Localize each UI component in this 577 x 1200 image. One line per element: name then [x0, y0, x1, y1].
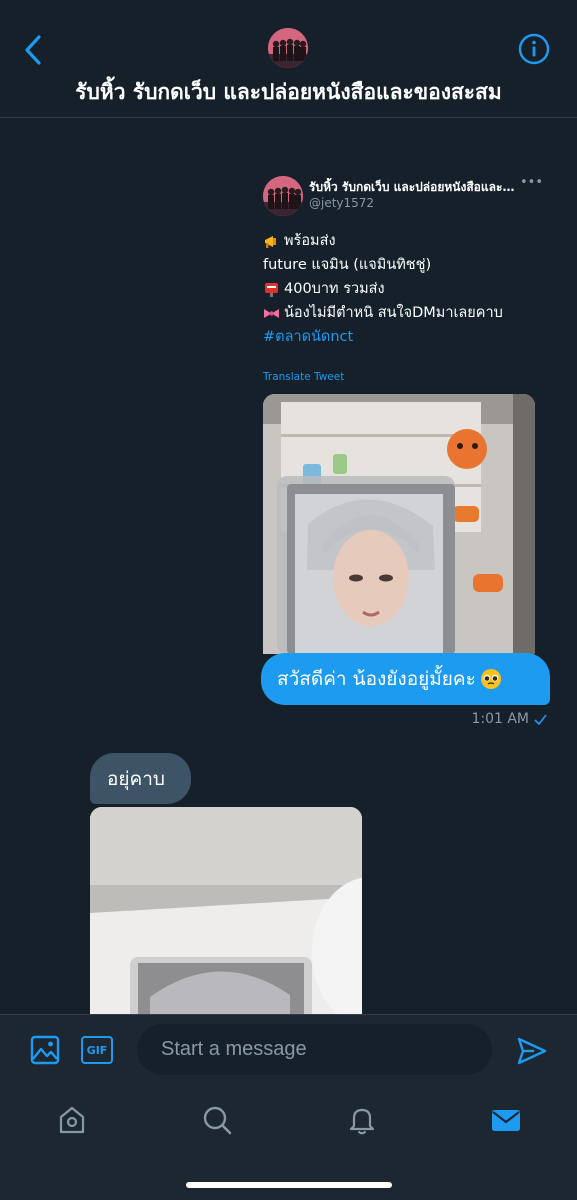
more-icon[interactable]: •••	[520, 175, 543, 190]
tweet-line-text: 400บาท รวมส่ง	[284, 281, 385, 297]
ribbon-icon	[264, 308, 279, 318]
megaphone-icon	[265, 235, 276, 248]
tweet-line: #ตลาดนัดnct	[263, 325, 538, 349]
received-message-bubble[interactable]: อยุ่คาบ	[90, 753, 191, 804]
message-composer: GIF	[0, 1014, 577, 1084]
hashtag-link[interactable]: #ตลาดนัดnct	[263, 325, 353, 349]
postbox-icon	[265, 282, 278, 297]
sent-message-text: สวัสดีค่า น้องยังอยู่มั้ยคะ	[277, 668, 476, 690]
image-icon[interactable]	[30, 1035, 60, 1065]
info-icon[interactable]	[518, 33, 550, 65]
received-message-text: อยุ่คาบ	[107, 767, 165, 790]
sent-message-bubble[interactable]: สวัสดีค่า น้องยังอยู่มั้ยคะ	[261, 653, 550, 705]
tweet-line-text: future แจมิน (แจมินทิชชู่)	[263, 257, 432, 273]
tweet-author-avatar[interactable]	[263, 176, 303, 216]
gif-button[interactable]: GIF	[81, 1036, 113, 1064]
home-indicator	[186, 1182, 392, 1188]
message-input[interactable]	[137, 1024, 492, 1075]
tweet-line: น้องไม่มีตำหนิ สนใจDMมาเลยคาบ	[263, 301, 538, 325]
read-check-icon	[534, 714, 547, 725]
conversation-header: รับหิ้ว รับกดเว็บ และปล่อยหนังสือและของส…	[0, 0, 577, 118]
pleading-face-icon	[480, 669, 501, 689]
tweet-line: 400บาท รวมส่ง	[263, 277, 538, 301]
home-icon[interactable]	[56, 1104, 88, 1136]
search-icon[interactable]	[201, 1104, 233, 1136]
tweet-text: พร้อมส่ง future แจมิน (แจมินทิชชู่) 400บ…	[263, 229, 538, 349]
tweet-line-text: น้องไม่มีตำหนิ สนใจDMมาเลยคาบ	[284, 305, 503, 321]
timestamp-text: 1:01 AM	[471, 711, 529, 727]
tweet-line: พร้อมส่ง	[263, 229, 538, 253]
message-timestamp: 1:01 AM	[471, 711, 547, 727]
messages-icon[interactable]	[490, 1104, 522, 1136]
message-list[interactable]: รับหิ้ว รับกดเว็บ และปล่อยหนังสือและของ.…	[0, 119, 577, 1014]
send-icon[interactable]	[516, 1035, 548, 1067]
tweet-author-name[interactable]: รับหิ้ว รับกดเว็บ และปล่อยหนังสือและของ.…	[309, 178, 519, 197]
chevron-left-icon[interactable]	[18, 32, 50, 68]
conversation-title: รับหิ้ว รับกดเว็บ และปล่อยหนังสือและของส…	[75, 80, 502, 104]
avatar[interactable]	[268, 28, 308, 68]
received-photo[interactable]	[90, 807, 362, 1014]
tweet-photo[interactable]	[263, 394, 535, 654]
notifications-icon[interactable]	[346, 1104, 378, 1136]
translate-tweet-link[interactable]: Translate Tweet	[263, 371, 344, 383]
tweet-line-text: พร้อมส่ง	[284, 233, 336, 249]
tweet-line: future แจมิน (แจมินทิชชู่)	[263, 253, 538, 277]
tweet-author-handle: @jety1572	[309, 196, 375, 210]
